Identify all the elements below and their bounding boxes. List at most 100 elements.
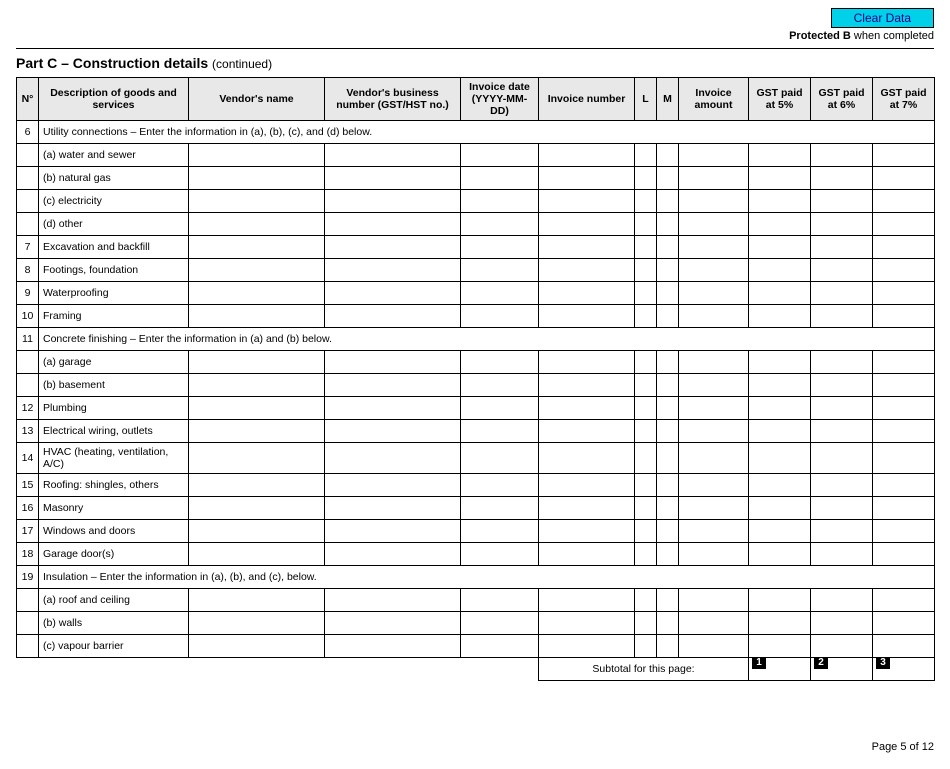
- cell-bn[interactable]: [325, 144, 461, 167]
- cell-date[interactable]: [461, 374, 539, 397]
- cell-amt[interactable]: [679, 305, 749, 328]
- subtotal-gst7[interactable]: 3: [873, 658, 935, 681]
- cell-amt[interactable]: [679, 497, 749, 520]
- cell-l[interactable]: [635, 236, 657, 259]
- cell-amt[interactable]: [679, 612, 749, 635]
- cell-m[interactable]: [657, 213, 679, 236]
- cell-m[interactable]: [657, 282, 679, 305]
- cell-m[interactable]: [657, 474, 679, 497]
- cell-invno[interactable]: [539, 167, 635, 190]
- cell-bn[interactable]: [325, 635, 461, 658]
- cell-gst7[interactable]: [873, 259, 935, 282]
- cell-m[interactable]: [657, 374, 679, 397]
- cell-amt[interactable]: [679, 520, 749, 543]
- cell-amt[interactable]: [679, 397, 749, 420]
- cell-amt[interactable]: [679, 282, 749, 305]
- cell-amt[interactable]: [679, 589, 749, 612]
- cell-bn[interactable]: [325, 497, 461, 520]
- cell-l[interactable]: [635, 190, 657, 213]
- cell-bn[interactable]: [325, 282, 461, 305]
- cell-bn[interactable]: [325, 543, 461, 566]
- cell-vendor[interactable]: [189, 213, 325, 236]
- cell-bn[interactable]: [325, 190, 461, 213]
- cell-gst7[interactable]: [873, 589, 935, 612]
- cell-gst5[interactable]: [749, 589, 811, 612]
- cell-l[interactable]: [635, 543, 657, 566]
- cell-bn[interactable]: [325, 167, 461, 190]
- cell-gst6[interactable]: [811, 612, 873, 635]
- cell-gst6[interactable]: [811, 351, 873, 374]
- cell-gst6[interactable]: [811, 589, 873, 612]
- cell-gst6[interactable]: [811, 497, 873, 520]
- cell-vendor[interactable]: [189, 144, 325, 167]
- cell-l[interactable]: [635, 374, 657, 397]
- cell-l[interactable]: [635, 167, 657, 190]
- cell-bn[interactable]: [325, 351, 461, 374]
- cell-invno[interactable]: [539, 474, 635, 497]
- cell-invno[interactable]: [539, 213, 635, 236]
- cell-amt[interactable]: [679, 374, 749, 397]
- cell-vendor[interactable]: [189, 167, 325, 190]
- cell-gst7[interactable]: [873, 635, 935, 658]
- cell-date[interactable]: [461, 612, 539, 635]
- cell-gst6[interactable]: [811, 635, 873, 658]
- cell-gst5[interactable]: [749, 635, 811, 658]
- cell-invno[interactable]: [539, 543, 635, 566]
- cell-m[interactable]: [657, 420, 679, 443]
- cell-gst6[interactable]: [811, 236, 873, 259]
- cell-m[interactable]: [657, 305, 679, 328]
- cell-gst5[interactable]: [749, 520, 811, 543]
- cell-gst7[interactable]: [873, 351, 935, 374]
- cell-amt[interactable]: [679, 635, 749, 658]
- cell-invno[interactable]: [539, 635, 635, 658]
- cell-gst5[interactable]: [749, 543, 811, 566]
- cell-date[interactable]: [461, 520, 539, 543]
- cell-date[interactable]: [461, 351, 539, 374]
- cell-gst5[interactable]: [749, 190, 811, 213]
- cell-invno[interactable]: [539, 305, 635, 328]
- cell-l[interactable]: [635, 282, 657, 305]
- cell-date[interactable]: [461, 213, 539, 236]
- cell-l[interactable]: [635, 420, 657, 443]
- cell-invno[interactable]: [539, 443, 635, 474]
- cell-amt[interactable]: [679, 190, 749, 213]
- cell-invno[interactable]: [539, 351, 635, 374]
- cell-m[interactable]: [657, 612, 679, 635]
- cell-gst6[interactable]: [811, 520, 873, 543]
- cell-amt[interactable]: [679, 443, 749, 474]
- cell-gst5[interactable]: [749, 167, 811, 190]
- cell-gst5[interactable]: [749, 397, 811, 420]
- cell-invno[interactable]: [539, 497, 635, 520]
- cell-gst6[interactable]: [811, 282, 873, 305]
- cell-bn[interactable]: [325, 305, 461, 328]
- cell-invno[interactable]: [539, 190, 635, 213]
- cell-gst5[interactable]: [749, 497, 811, 520]
- cell-gst6[interactable]: [811, 305, 873, 328]
- cell-gst6[interactable]: [811, 474, 873, 497]
- cell-invno[interactable]: [539, 144, 635, 167]
- cell-gst5[interactable]: [749, 443, 811, 474]
- cell-m[interactable]: [657, 167, 679, 190]
- cell-gst5[interactable]: [749, 282, 811, 305]
- cell-date[interactable]: [461, 144, 539, 167]
- cell-m[interactable]: [657, 236, 679, 259]
- cell-l[interactable]: [635, 497, 657, 520]
- cell-gst7[interactable]: [873, 305, 935, 328]
- cell-bn[interactable]: [325, 374, 461, 397]
- cell-gst7[interactable]: [873, 520, 935, 543]
- cell-gst6[interactable]: [811, 167, 873, 190]
- cell-gst5[interactable]: [749, 474, 811, 497]
- cell-gst5[interactable]: [749, 612, 811, 635]
- cell-gst7[interactable]: [873, 612, 935, 635]
- cell-gst7[interactable]: [873, 213, 935, 236]
- cell-invno[interactable]: [539, 612, 635, 635]
- cell-bn[interactable]: [325, 236, 461, 259]
- cell-vendor[interactable]: [189, 520, 325, 543]
- cell-gst7[interactable]: [873, 236, 935, 259]
- cell-gst7[interactable]: [873, 190, 935, 213]
- cell-date[interactable]: [461, 635, 539, 658]
- cell-gst7[interactable]: [873, 420, 935, 443]
- cell-gst6[interactable]: [811, 144, 873, 167]
- subtotal-gst5[interactable]: 1: [749, 658, 811, 681]
- cell-amt[interactable]: [679, 543, 749, 566]
